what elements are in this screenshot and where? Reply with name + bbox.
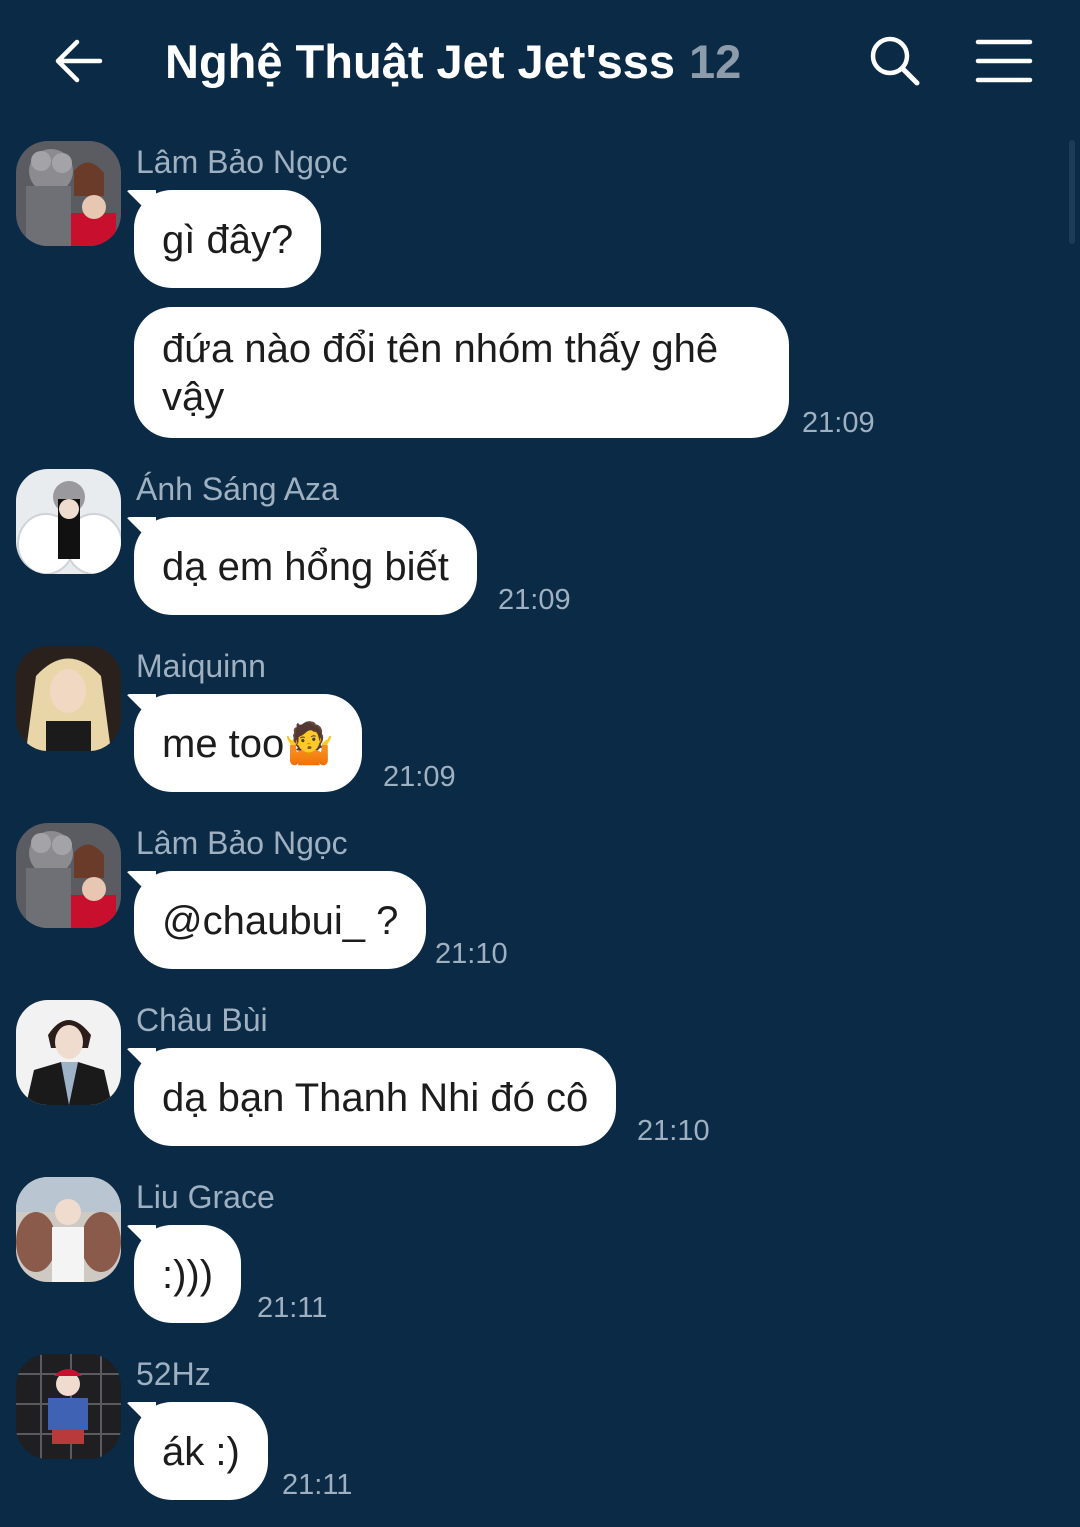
message-text: :))) bbox=[162, 1253, 214, 1297]
message-bubble[interactable]: ák :) bbox=[134, 1402, 268, 1500]
sender-name: 52Hz bbox=[136, 1356, 211, 1392]
message-time: 21:09 bbox=[498, 584, 571, 616]
avatar[interactable] bbox=[16, 141, 121, 246]
sender-name: Lâm Bảo Ngọc bbox=[136, 144, 348, 180]
group-name: Nghệ Thuật Jet Jet'sss bbox=[165, 34, 676, 88]
message-time: 21:11 bbox=[282, 1469, 353, 1501]
chat-header: Nghệ Thuật Jet Jet'sss 12 bbox=[0, 0, 1080, 120]
sender-name: Châu Bùi bbox=[136, 1002, 268, 1038]
message-bubble[interactable]: đứa nào đổi tên nhóm thấy ghê vậy bbox=[134, 307, 789, 438]
scrollbar[interactable] bbox=[1069, 140, 1075, 244]
sender-name: Lâm Bảo Ngọc bbox=[136, 825, 348, 861]
search-button[interactable] bbox=[864, 30, 926, 92]
group-title[interactable]: Nghệ Thuật Jet Jet'sss 12 bbox=[165, 30, 741, 92]
message-bubble[interactable]: me too🤷 bbox=[134, 694, 363, 792]
message-time: 21:10 bbox=[435, 938, 508, 970]
back-button[interactable] bbox=[48, 30, 110, 92]
avatar[interactable] bbox=[16, 1354, 121, 1459]
avatar[interactable] bbox=[16, 646, 121, 751]
message-text: dạ bạn Thanh Nhi đó cô bbox=[162, 1076, 589, 1120]
message-time: 21:11 bbox=[257, 1292, 328, 1324]
message-text: me too bbox=[162, 722, 285, 766]
menu-button[interactable] bbox=[970, 30, 1036, 92]
sender-name: Maiquinn bbox=[136, 648, 266, 684]
message-bubble[interactable]: :))) bbox=[134, 1225, 242, 1323]
hamburger-menu-icon bbox=[975, 39, 1033, 83]
member-count: 12 bbox=[689, 34, 742, 88]
message-bubble[interactable]: gì đây? bbox=[134, 190, 322, 288]
chat-screen: Nghệ Thuật Jet Jet'sss 12 Lâm Bảo Ngọc g… bbox=[0, 0, 1080, 1527]
shrug-emoji: 🤷 bbox=[284, 721, 335, 767]
arrow-left-icon bbox=[55, 39, 103, 83]
avatar[interactable] bbox=[16, 469, 121, 574]
sender-name: Liu Grace bbox=[136, 1179, 275, 1215]
message-text: đứa nào đổi tên nhóm thấy ghê vậy bbox=[162, 327, 719, 419]
avatar[interactable] bbox=[16, 1000, 121, 1105]
sender-name: Ánh Sáng Aza bbox=[136, 471, 339, 507]
search-icon bbox=[870, 36, 920, 86]
message-text: gì đây? bbox=[162, 218, 294, 262]
message-text: ák :) bbox=[162, 1430, 240, 1474]
avatar[interactable] bbox=[16, 1177, 121, 1282]
message-time: 21:09 bbox=[802, 407, 875, 439]
message-bubble[interactable]: dạ em hổng biết bbox=[134, 517, 477, 615]
message-text: dạ em hổng biết bbox=[162, 545, 449, 589]
message-bubble[interactable]: dạ bạn Thanh Nhi đó cô bbox=[134, 1048, 617, 1146]
message-time: 21:10 bbox=[637, 1115, 710, 1147]
message-bubble[interactable]: @chaubui_ ? bbox=[134, 871, 427, 969]
message-text: @chaubui_ ? bbox=[162, 899, 399, 943]
message-time: 21:09 bbox=[383, 761, 456, 793]
avatar[interactable] bbox=[16, 823, 121, 928]
